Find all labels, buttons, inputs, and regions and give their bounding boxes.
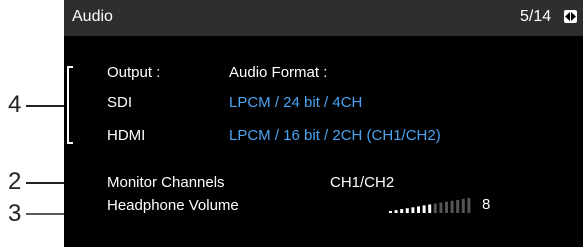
audio-format-label: Audio Format : xyxy=(229,64,328,81)
volume-bar-segment xyxy=(400,209,404,213)
screen-title: Audio xyxy=(72,8,113,25)
volume-bar-segment xyxy=(422,205,426,213)
monitor-channels-label[interactable]: Monitor Channels xyxy=(107,174,225,191)
volume-bar-segment xyxy=(405,208,409,213)
sdi-audio-format-value: LPCM / 24 bit / 4CH xyxy=(229,94,363,111)
volume-bar-segment xyxy=(389,211,392,213)
volume-bar-segment xyxy=(461,198,465,213)
output-group-bracket xyxy=(67,66,73,144)
volume-bar-segment xyxy=(445,201,448,213)
headphone-volume-meter[interactable] xyxy=(389,196,479,214)
left-right-arrows-icon[interactable] xyxy=(564,10,577,23)
volume-bar-segment xyxy=(450,200,454,213)
sdi-label: SDI xyxy=(107,94,133,111)
headphone-volume-level: 8 xyxy=(482,196,491,213)
volume-bar-segment xyxy=(456,199,460,213)
output-label: Output : xyxy=(107,64,161,81)
title-bar: Audio 5/14 xyxy=(64,0,583,36)
audio-menu-screen: Audio 5/14 Output : Audio Format : SDI L… xyxy=(64,0,583,247)
volume-bar-segment xyxy=(394,210,398,213)
hdmi-audio-format-value: LPCM / 16 bit / 2CH (CH1/CH2) xyxy=(229,127,441,144)
volume-bar-segment xyxy=(439,202,443,213)
volume-bar-segment xyxy=(467,198,471,213)
volume-bar-segment xyxy=(428,204,432,213)
page-indicator: 5/14 xyxy=(520,8,552,25)
hdmi-label: HDMI xyxy=(107,127,146,144)
callout-4: 4 xyxy=(8,91,22,118)
volume-bar-segment xyxy=(411,207,415,213)
callout-3: 3 xyxy=(8,200,22,227)
volume-bar-segment xyxy=(433,203,437,213)
volume-bar-segment xyxy=(417,206,420,213)
callout-4-line xyxy=(26,105,65,107)
monitor-channels-value[interactable]: CH1/CH2 xyxy=(330,174,394,191)
headphone-volume-label[interactable]: Headphone Volume xyxy=(107,197,239,214)
callout-2: 2 xyxy=(8,168,22,195)
